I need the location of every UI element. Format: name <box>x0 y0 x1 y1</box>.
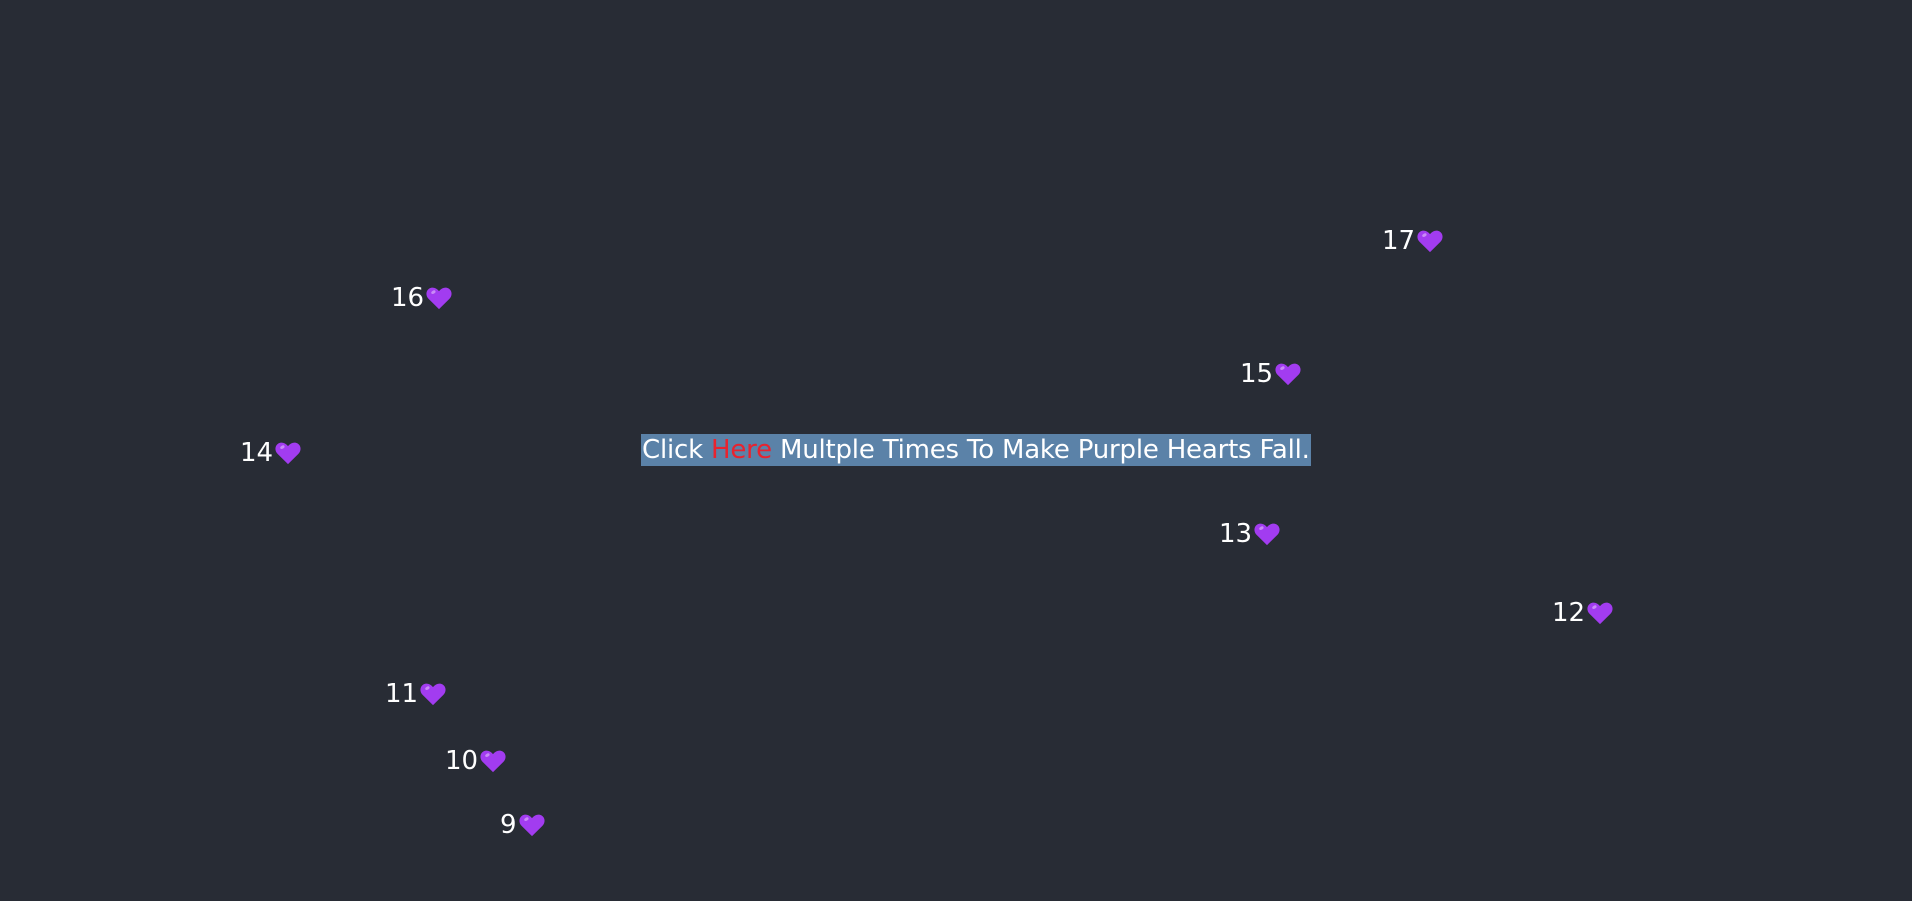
heart-number: 11 <box>385 679 419 709</box>
falling-heart: 14 <box>240 438 302 468</box>
falling-heart: 12 <box>1552 598 1614 628</box>
purple-heart-icon <box>518 814 545 837</box>
heart-number: 13 <box>1219 519 1253 549</box>
heart-number: 15 <box>1240 359 1274 389</box>
instruction-text: Click Here Multple Times To Make Purple … <box>641 434 1311 466</box>
purple-heart-icon <box>1254 523 1280 546</box>
click-here-link[interactable]: Here <box>711 435 772 465</box>
purple-heart-icon <box>275 442 301 465</box>
purple-heart-icon <box>420 683 446 706</box>
heart-number: 17 <box>1382 226 1416 256</box>
falling-heart: 13 <box>1219 519 1281 549</box>
falling-heart: 16 <box>391 283 453 313</box>
heart-number: 16 <box>391 283 425 313</box>
falling-heart: 10 <box>445 746 507 776</box>
purple-heart-icon <box>1587 602 1613 625</box>
instruction-prefix: Click <box>642 435 712 465</box>
heart-number: 14 <box>240 438 274 468</box>
heart-number: 10 <box>445 746 479 776</box>
instruction-suffix: Multple Times To Make Purple Hearts Fall… <box>771 435 1310 465</box>
heart-number: 12 <box>1552 598 1586 628</box>
heart-number: 9 <box>500 810 517 840</box>
falling-heart: 15 <box>1240 359 1302 389</box>
purple-heart-icon <box>426 287 452 310</box>
falling-heart: 17 <box>1382 226 1444 256</box>
falling-heart: 9 <box>500 810 546 840</box>
falling-heart: 11 <box>385 679 447 709</box>
purple-heart-icon <box>1275 363 1301 386</box>
purple-heart-icon <box>1417 230 1443 253</box>
purple-heart-icon <box>480 750 506 773</box>
